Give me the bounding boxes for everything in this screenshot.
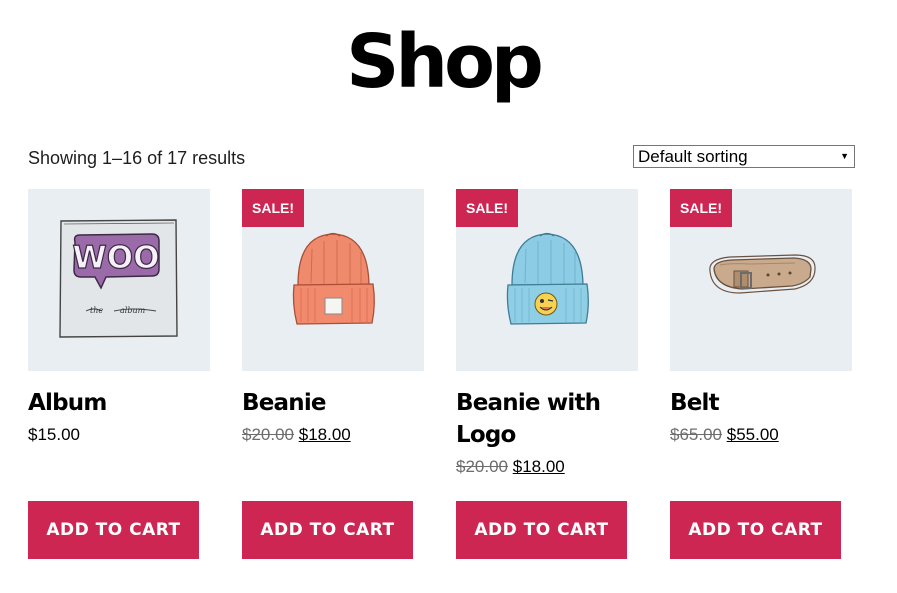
product-price: $15.00 — [28, 425, 211, 445]
product-image[interactable]: WOO the album — [28, 189, 210, 371]
sale-badge: SALE! — [242, 189, 304, 227]
product-title[interactable]: Belt — [670, 387, 853, 419]
product-image[interactable]: SALE! — [242, 189, 424, 371]
add-to-cart-button[interactable]: ADD TO CART — [670, 501, 841, 559]
regular-price: $65.00 — [670, 425, 722, 444]
product-image[interactable]: SALE! — [456, 189, 638, 371]
svg-text:album: album — [120, 306, 146, 315]
product-title[interactable]: Album — [28, 387, 211, 419]
svg-text:the: the — [90, 306, 103, 315]
product-card-album: WOO the album Album $15.00 — [28, 189, 211, 445]
result-count: Showing 1–16 of 17 results — [28, 148, 246, 168]
product-price: $20.00 $18.00 — [456, 457, 639, 477]
sale-price: $18.00 — [512, 457, 565, 476]
product-title[interactable]: Beanie — [242, 387, 425, 419]
product-card-beanie-with-logo: SALE! Beanie with Logo $20.00 $18.00 — [456, 189, 639, 477]
svg-text:WOO: WOO — [73, 240, 160, 276]
product-card-beanie: SALE! Beanie $20.00 $18.00 — [242, 189, 425, 445]
sale-badge: SALE! — [670, 189, 732, 227]
regular-price: $20.00 — [242, 425, 294, 444]
product-price: $20.00 $18.00 — [242, 425, 425, 445]
product-image[interactable]: SALE! — [670, 189, 852, 371]
sorting-select-value: Default sorting — [638, 147, 748, 166]
add-to-cart-button[interactable]: ADD TO CART — [456, 501, 627, 559]
woo-album-icon: WOO the album — [59, 219, 178, 338]
sale-badge: SALE! — [456, 189, 518, 227]
add-to-cart-button[interactable]: ADD TO CART — [28, 501, 199, 559]
dropdown-arrow-icon: ▼ — [840, 151, 849, 161]
sorting-select[interactable]: Default sorting ▼ — [633, 145, 855, 168]
price-amount: $15.00 — [28, 425, 80, 444]
page-title: Shop — [346, 19, 544, 105]
regular-price: $20.00 — [456, 457, 508, 476]
sale-price: $18.00 — [298, 425, 351, 444]
product-card-belt: SALE! Belt $65.00 $55.00 — [670, 189, 853, 445]
product-title[interactable]: Beanie with Logo — [456, 387, 639, 451]
product-price: $65.00 $55.00 — [670, 425, 853, 445]
add-to-cart-button[interactable]: ADD TO CART — [242, 501, 413, 559]
sale-price: $55.00 — [726, 425, 779, 444]
